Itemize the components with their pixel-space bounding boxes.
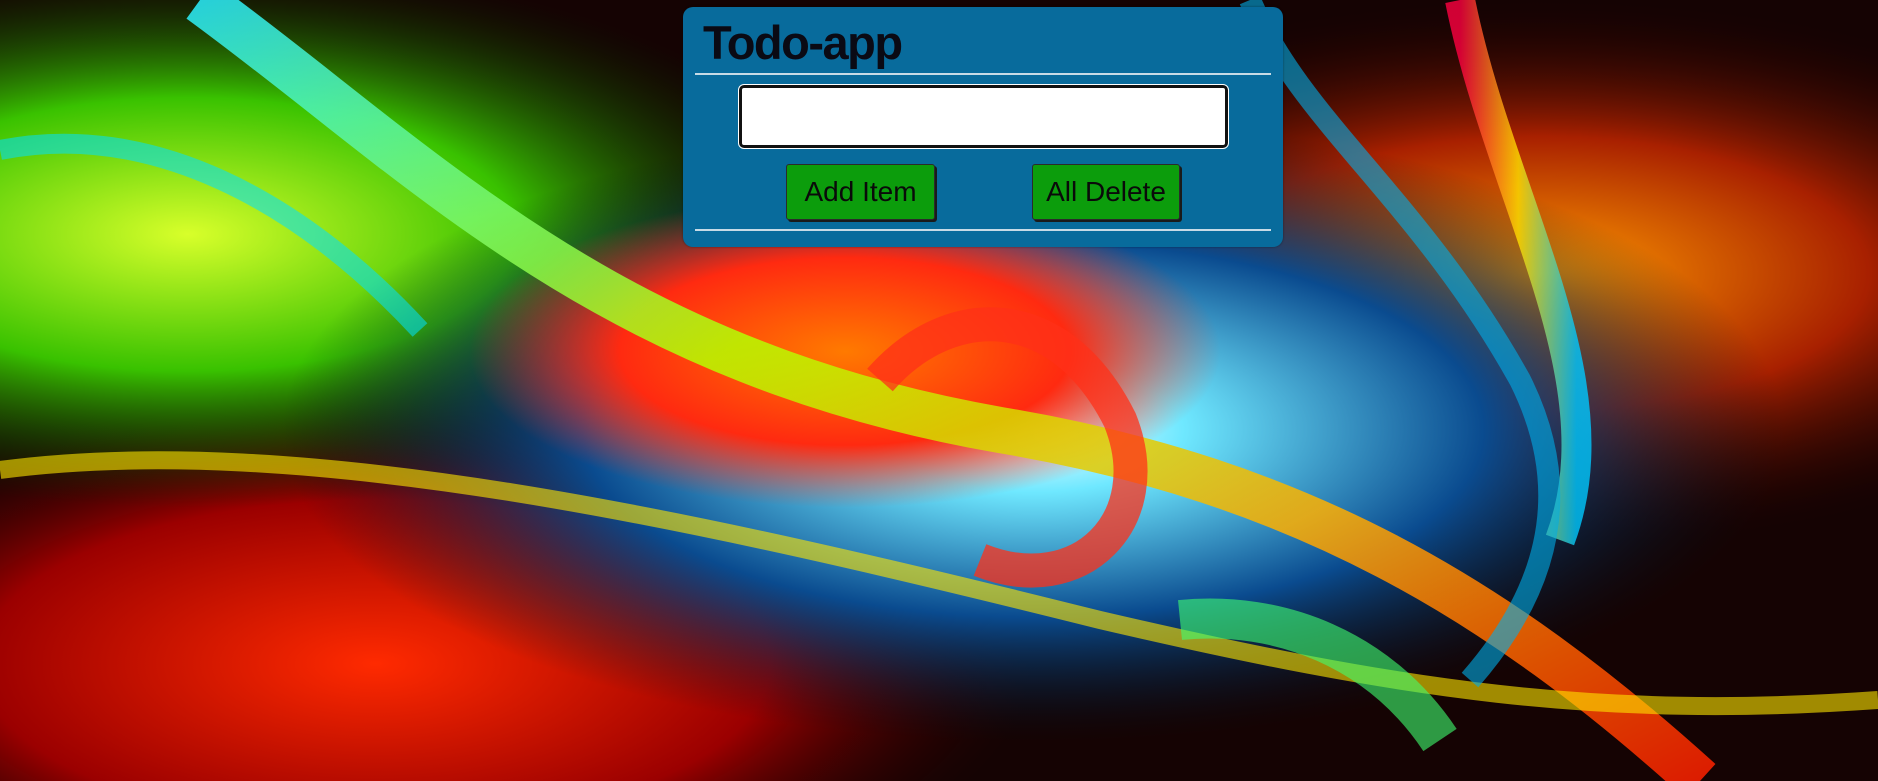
add-item-button[interactable]: Add Item	[786, 164, 935, 220]
bottom-divider	[695, 229, 1271, 231]
top-divider	[695, 73, 1271, 75]
todo-item-input[interactable]	[738, 84, 1229, 149]
todo-panel: Todo-app Add Item All Delete	[683, 7, 1283, 247]
all-delete-button[interactable]: All Delete	[1032, 164, 1180, 220]
app-title: Todo-app	[703, 16, 903, 69]
